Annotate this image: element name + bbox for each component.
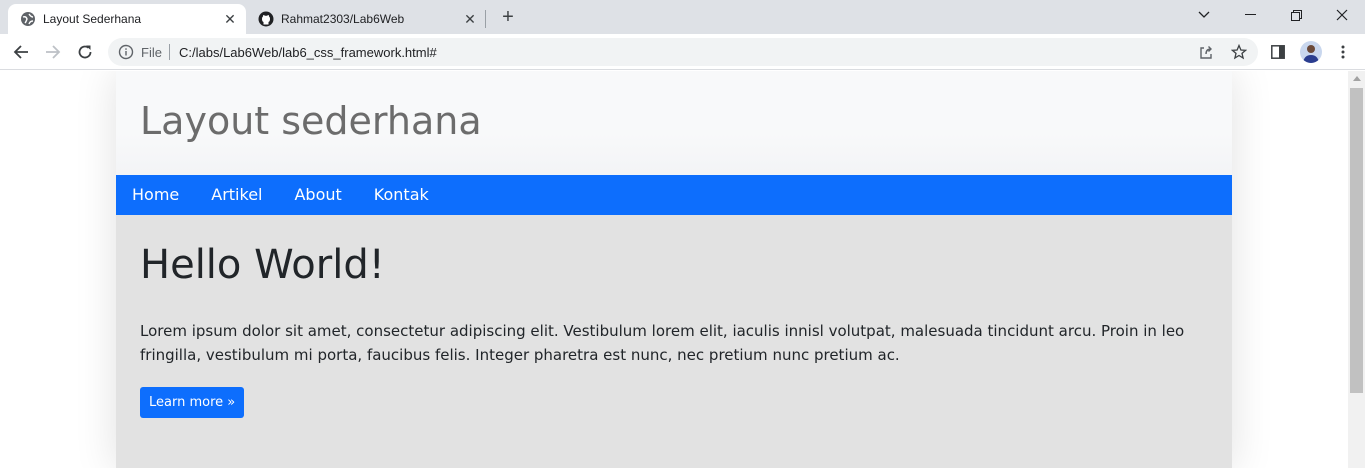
tab-github[interactable]: Rahmat2303/Lab6Web ✕	[246, 4, 486, 34]
reload-icon	[78, 45, 92, 59]
address-bar[interactable]: File C:/labs/Lab6Web/lab6_css_framework.…	[108, 38, 1258, 66]
arrow-right-icon	[46, 45, 61, 59]
side-panel-icon	[1271, 45, 1285, 59]
close-icon[interactable]: ✕	[460, 9, 480, 29]
nav-artikel[interactable]: Artikel	[195, 175, 278, 215]
minimize-icon	[1244, 14, 1256, 15]
forward-button[interactable]	[39, 38, 67, 66]
tab-title: Rahmat2303/Lab6Web	[281, 12, 405, 26]
tab-separator	[485, 10, 486, 28]
scrollbar[interactable]	[1348, 71, 1365, 468]
tab-layout-sederhana[interactable]: Layout Sederhana ✕	[8, 4, 246, 34]
close-window-button[interactable]	[1319, 0, 1365, 30]
nav-about[interactable]: About	[278, 175, 357, 215]
chevron-down-icon	[1198, 11, 1210, 18]
divider	[169, 44, 170, 60]
scheme-label: File	[141, 45, 162, 60]
menu-button[interactable]	[1333, 42, 1353, 62]
new-tab-button[interactable]: +	[496, 6, 520, 28]
scroll-thumb[interactable]	[1350, 88, 1363, 393]
browser-toolbar: File C:/labs/Lab6Web/lab6_css_framework.…	[0, 34, 1365, 70]
page-container: Layout sederhana Home Artikel About Kont…	[116, 71, 1232, 468]
arrow-left-icon	[13, 45, 28, 59]
page-header: Layout sederhana	[116, 71, 1232, 175]
main-nav: Home Artikel About Kontak	[116, 175, 1232, 215]
more-vertical-icon	[1341, 45, 1345, 59]
page-title: Layout sederhana	[140, 99, 482, 143]
close-icon	[1336, 9, 1348, 21]
tab-search-button[interactable]	[1181, 0, 1227, 30]
scroll-up-arrow[interactable]	[1353, 76, 1361, 81]
side-panel-button[interactable]	[1268, 42, 1288, 62]
nav-home[interactable]: Home	[116, 175, 195, 215]
tab-strip: Layout Sederhana ✕ Rahmat2303/Lab6Web ✕ …	[0, 0, 1365, 34]
nav-kontak[interactable]: Kontak	[358, 175, 445, 215]
restore-icon	[1290, 9, 1302, 21]
restore-button[interactable]	[1273, 0, 1319, 30]
info-icon[interactable]	[118, 44, 134, 60]
globe-icon	[20, 11, 36, 27]
url-text[interactable]: C:/labs/Lab6Web/lab6_css_framework.html#	[179, 45, 437, 60]
star-icon[interactable]	[1230, 43, 1248, 61]
tab-title: Layout Sederhana	[43, 12, 142, 26]
hero-heading: Hello World!	[140, 242, 385, 288]
close-icon[interactable]: ✕	[220, 9, 240, 29]
back-button[interactable]	[7, 38, 35, 66]
reload-button[interactable]	[71, 38, 99, 66]
github-icon	[258, 11, 274, 27]
hero-text: Lorem ipsum dolor sit amet, consectetur …	[140, 322, 1185, 364]
minimize-button[interactable]	[1227, 0, 1273, 30]
share-icon[interactable]	[1197, 43, 1215, 61]
learn-more-button[interactable]: Learn more »	[140, 387, 245, 418]
hero-section: Hello World! Lorem ipsum dolor sit amet,…	[116, 215, 1232, 468]
avatar[interactable]	[1300, 41, 1322, 63]
page-viewport: Layout sederhana Home Artikel About Kont…	[0, 71, 1348, 468]
